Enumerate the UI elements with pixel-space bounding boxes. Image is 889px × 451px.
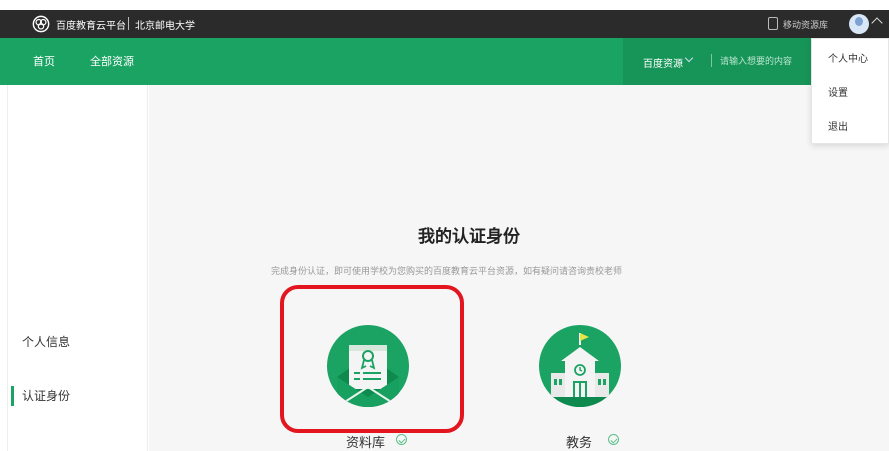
divider — [128, 17, 129, 30]
check-circle-icon — [608, 434, 619, 445]
school-building-icon[interactable] — [539, 325, 621, 407]
search-input[interactable] — [720, 55, 810, 69]
top-bar: 百度教育云平台 北京邮电大学 移动资源库 — [0, 0, 889, 38]
sidebar-active-indicator — [11, 386, 14, 406]
mobile-phone-icon[interactable] — [768, 17, 778, 30]
card-label-library[interactable]: 资料库 — [346, 432, 385, 451]
sidebar-border — [7, 85, 8, 451]
divider — [711, 54, 712, 67]
nav-all-resources[interactable]: 全部资源 — [90, 53, 134, 69]
baidu-edu-logo-icon[interactable] — [32, 15, 50, 33]
platform-name[interactable]: 百度教育云平台 — [56, 17, 126, 32]
page-title: 我的认证身份 — [418, 227, 520, 247]
avatar[interactable] — [849, 14, 869, 34]
sidebar-item-personal-info[interactable]: 个人信息 — [22, 333, 70, 350]
highlight-box — [280, 285, 464, 433]
main-nav: 首页 全部资源 百度资源 — [0, 38, 889, 85]
school-name: 北京邮电大学 — [135, 21, 195, 32]
check-circle-icon — [396, 434, 407, 445]
sidebar-item-verify-identity[interactable]: 认证身份 — [22, 387, 70, 404]
nav-home[interactable]: 首页 — [33, 53, 55, 69]
source-select[interactable]: 百度资源 — [643, 55, 683, 70]
chevron-up-icon[interactable] — [871, 17, 883, 29]
mobile-resource-link[interactable]: 移动资源库 — [783, 18, 828, 31]
user-dropdown-menu: 个人中心 设置 退出 — [811, 38, 889, 144]
menu-item-personal-center[interactable]: 个人中心 — [828, 50, 868, 65]
chevron-down-icon[interactable] — [684, 53, 694, 63]
top-bar-inner: 百度教育云平台 北京邮电大学 移动资源库 — [0, 10, 889, 38]
page-subtitle: 完成身份认证，即可使用学校为您购买的百度教育云平台资源，如有疑问请咨询贵校老师 — [271, 267, 623, 277]
menu-item-settings[interactable]: 设置 — [828, 84, 848, 99]
menu-item-logout[interactable]: 退出 — [828, 118, 848, 133]
card-label-academic-affairs[interactable]: 教务 — [566, 432, 592, 451]
